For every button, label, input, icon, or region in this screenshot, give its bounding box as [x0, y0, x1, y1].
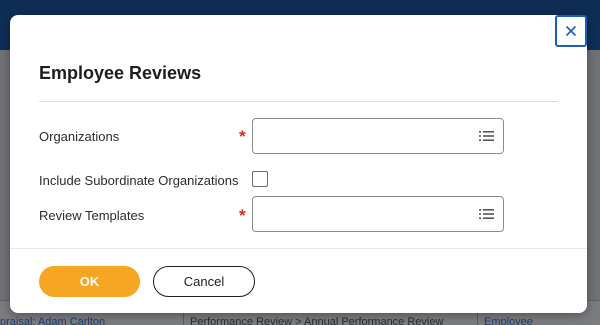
include-subordinate-checkbox[interactable] [252, 171, 268, 187]
organizations-label: Organizations [39, 129, 120, 144]
dialog-title: Employee Reviews [39, 63, 202, 83]
list-prompt-icon[interactable] [479, 130, 494, 142]
organizations-input[interactable] [261, 127, 461, 145]
organizations-field[interactable] [252, 118, 504, 154]
required-marker: * [239, 206, 246, 225]
table-cell-link: Employee [484, 316, 533, 325]
list-prompt-icon[interactable] [479, 208, 494, 220]
review-templates-input[interactable] [261, 205, 461, 223]
footer-divider [10, 248, 587, 249]
required-marker: * [239, 127, 246, 146]
close-button[interactable] [555, 15, 587, 47]
employee-reviews-dialog: Employee Reviews Organizations * Include… [10, 15, 587, 313]
review-templates-label: Review Templates [39, 208, 145, 223]
ok-button[interactable]: OK [39, 266, 140, 297]
title-divider [39, 101, 558, 102]
cancel-button[interactable]: Cancel [153, 266, 255, 297]
close-icon [565, 25, 577, 37]
review-templates-field[interactable] [252, 196, 504, 232]
table-cell-link: praisal: Adam Carlton [0, 316, 106, 325]
table-cell: Performance Review > Annual Performance … [190, 316, 444, 325]
include-subordinate-label: Include Subordinate Organizations [39, 173, 239, 188]
